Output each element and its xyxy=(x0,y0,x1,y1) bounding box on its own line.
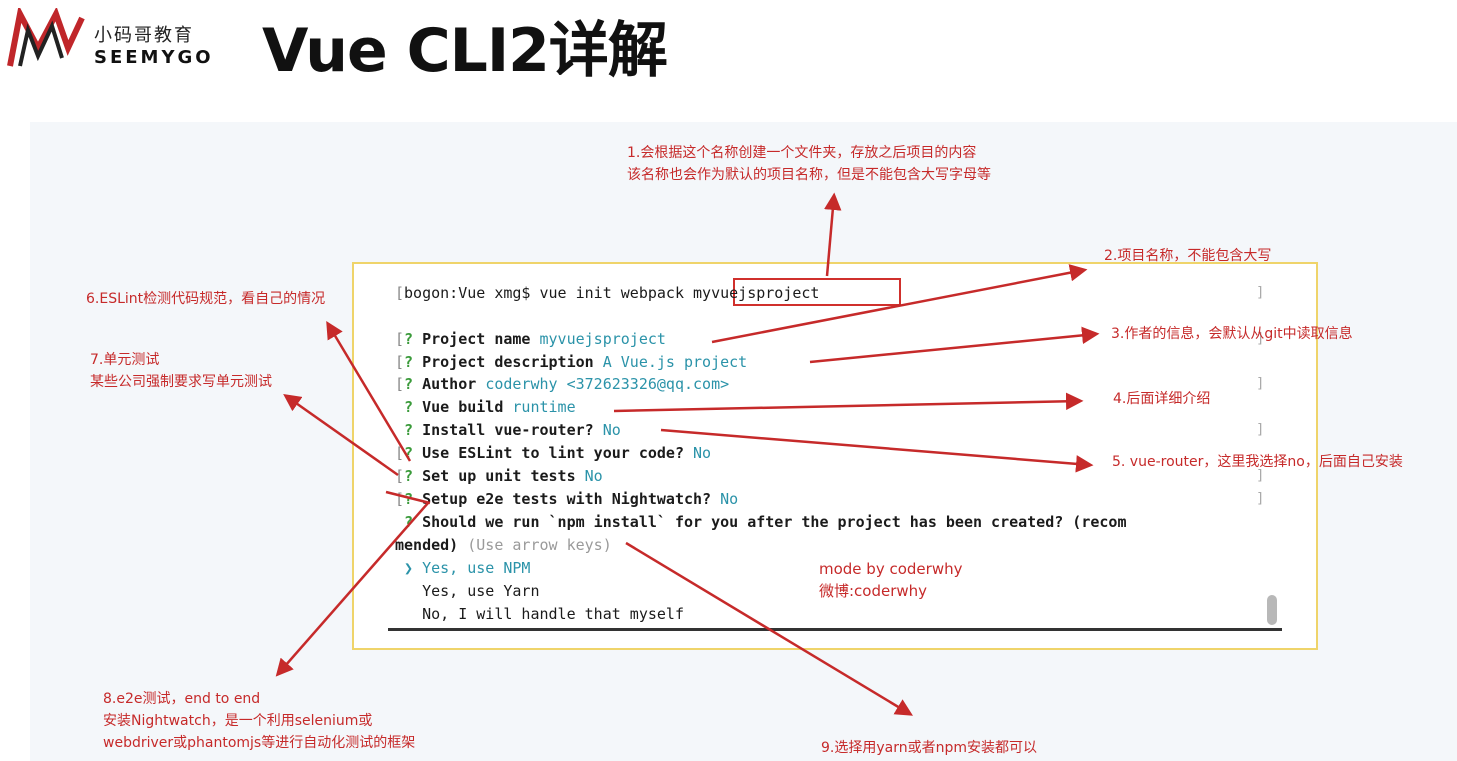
arrow-2 xyxy=(711,264,1088,344)
annotation-arrows xyxy=(275,192,1100,716)
arrow-3 xyxy=(809,326,1100,364)
arrow-1 xyxy=(824,192,842,277)
arrow-8-tail xyxy=(385,490,431,505)
arrow-5 xyxy=(660,428,1094,473)
arrow-8 xyxy=(275,502,429,677)
arrow-7 xyxy=(283,393,399,477)
arrow-4 xyxy=(613,392,1084,413)
arrow-9 xyxy=(625,541,913,716)
arrow-6 xyxy=(326,320,412,462)
